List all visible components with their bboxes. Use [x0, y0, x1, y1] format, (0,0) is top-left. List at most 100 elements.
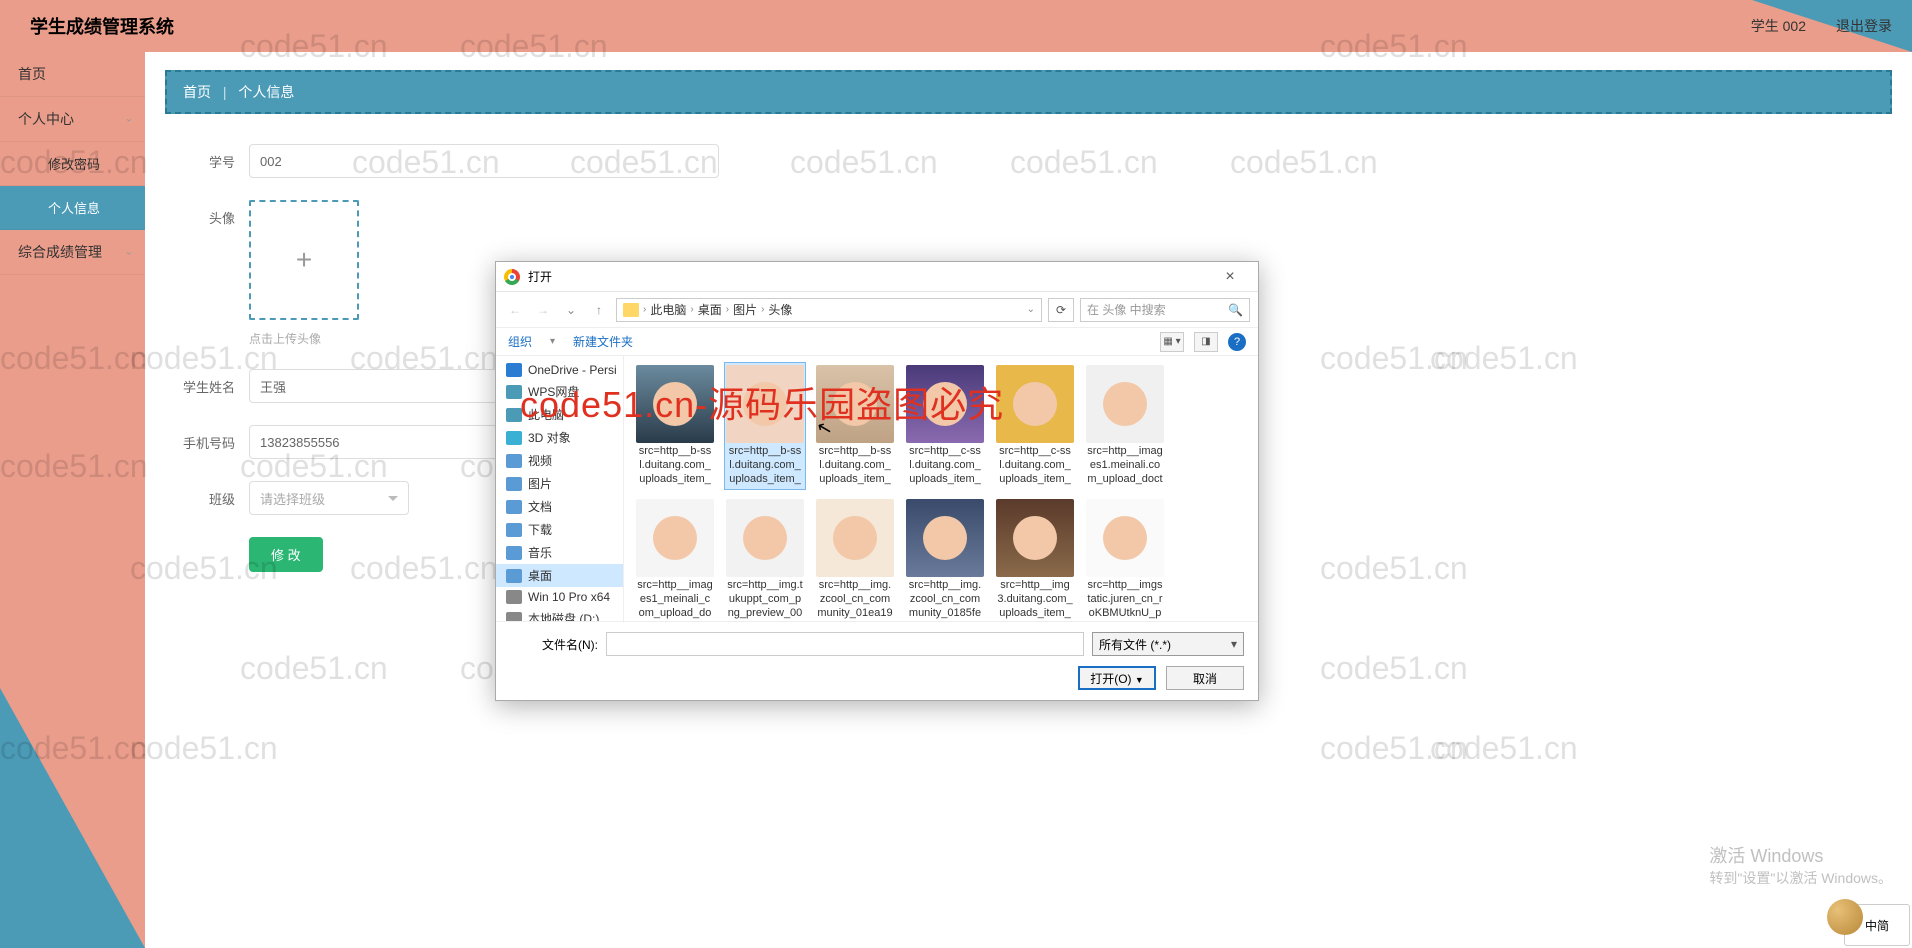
filetype-select[interactable]: 所有文件 (*.*): [1092, 632, 1244, 656]
file-item[interactable]: src=http__b-ssl.duitang.com_uploads_item…: [814, 362, 896, 490]
activate-title: 激活 Windows: [1709, 842, 1892, 868]
logout-link[interactable]: 退出登录: [1836, 16, 1892, 36]
file-name-label: src=http__imgstatic.juren_cn_roKBMUtknU_…: [1087, 579, 1163, 621]
tree-item-label: 桌面: [528, 567, 552, 584]
tree-item[interactable]: 下载: [496, 518, 623, 541]
sidebar-decoration: [0, 688, 145, 948]
nav-back-icon[interactable]: ←: [504, 299, 526, 321]
ti-desk-icon: [506, 569, 522, 583]
ti-cloud-icon: [506, 363, 522, 377]
ime-indicator[interactable]: 中简: [1844, 904, 1910, 946]
filetype-value: 所有文件 (*.*): [1099, 636, 1171, 653]
chevron-down-icon: ⌄: [125, 247, 133, 258]
search-box[interactable]: 在 头像 中搜索 🔍: [1080, 298, 1250, 322]
help-icon[interactable]: ?: [1228, 333, 1246, 351]
file-item[interactable]: src=http__img.zcool_cn_community_0185fe5…: [904, 496, 986, 621]
ti-dl-icon: [506, 523, 522, 537]
sid-label: 学号: [165, 144, 249, 171]
tree-item[interactable]: 文档: [496, 495, 623, 518]
tree-item[interactable]: Win 10 Pro x64: [496, 587, 623, 607]
cancel-button[interactable]: 取消: [1166, 666, 1244, 690]
preview-toggle-button[interactable]: ◨: [1194, 332, 1218, 352]
tree-item-label: 此电脑: [528, 406, 564, 423]
tree-item[interactable]: 音乐: [496, 541, 623, 564]
user-label[interactable]: 学生 002: [1751, 16, 1806, 36]
dialog-nav: ← → ⌄ ↑ › 此电脑› 桌面› 图片› 头像 ⌄ ⟳ 在 头像 中搜索 🔍: [496, 292, 1258, 328]
nav-personal-info[interactable]: 个人信息: [0, 186, 145, 230]
breadcrumb-sep: |: [223, 84, 227, 100]
nav-grade-mgmt[interactable]: 综合成绩管理 ⌄: [0, 230, 145, 275]
breadcrumb-current: 个人信息: [238, 84, 294, 100]
filename-input[interactable]: [606, 632, 1084, 656]
search-placeholder: 在 头像 中搜索: [1087, 301, 1166, 318]
tree-item[interactable]: 桌面: [496, 564, 623, 587]
file-name-label: src=http__images1_meinali_com_upload_doc…: [637, 579, 713, 621]
dialog-title: 打开: [528, 268, 552, 285]
dialog-footer: 文件名(N): 所有文件 (*.*) 打开(O) ▼ 取消: [496, 621, 1258, 700]
file-item[interactable]: src=http__imgstatic.juren_cn_roKBMUtknU_…: [1084, 496, 1166, 621]
chevron-down-icon: ⌄: [125, 114, 133, 125]
file-item[interactable]: src=http__images1.meinali.com_upload_doc…: [1084, 362, 1166, 490]
nav-change-password[interactable]: 修改密码: [0, 142, 145, 186]
open-button[interactable]: 打开(O) ▼: [1078, 666, 1156, 690]
path-sep: ›: [761, 304, 764, 315]
file-item[interactable]: src=http__c-ssl.duitang.com_uploads_item…: [904, 362, 986, 490]
file-thumbnail: [726, 365, 804, 443]
open-button-label: 打开(O): [1090, 672, 1131, 686]
tree-item-label: 本地磁盘 (D:): [528, 610, 599, 621]
tree-item[interactable]: 本地磁盘 (D:): [496, 607, 623, 621]
nav-forward-icon[interactable]: →: [532, 299, 554, 321]
file-name-label: src=http__c-ssl.duitang.com_uploads_item…: [997, 445, 1073, 487]
tree-item[interactable]: WPS网盘: [496, 380, 623, 403]
class-select[interactable]: 请选择班级: [249, 481, 409, 515]
submit-button[interactable]: 修 改: [249, 537, 323, 572]
tree-item[interactable]: OneDrive - Persi: [496, 360, 623, 380]
avatar-upload-box[interactable]: +: [249, 200, 359, 320]
tree-item-label: WPS网盘: [528, 383, 579, 400]
view-mode-button[interactable]: ▦ ▾: [1160, 332, 1184, 352]
organize-menu[interactable]: 组织: [508, 333, 532, 350]
file-item[interactable]: src=http__img3.duitang.com_uploads_item_…: [994, 496, 1076, 621]
tree-item[interactable]: 3D 对象: [496, 426, 623, 449]
tree-item-label: 音乐: [528, 544, 552, 561]
file-item[interactable]: src=http__b-ssl.duitang.com_uploads_item…: [724, 362, 806, 490]
file-name-label: src=http__c-ssl.duitang.com_uploads_item…: [907, 445, 983, 487]
nav-grade-label: 综合成绩管理: [18, 244, 102, 260]
breadcrumb: 首页 | 个人信息: [165, 70, 1892, 114]
refresh-icon[interactable]: ⟳: [1048, 298, 1074, 322]
file-name-label: src=http__b-ssl.duitang.com_uploads_item…: [637, 445, 713, 487]
dialog-toolbar: 组织▾ 新建文件夹 ▦ ▾ ◨ ?: [496, 328, 1258, 356]
path-seg-3[interactable]: 头像: [768, 301, 792, 318]
close-icon[interactable]: ×: [1210, 268, 1250, 286]
new-folder-button[interactable]: 新建文件夹: [573, 333, 633, 350]
nav-recent-icon[interactable]: ⌄: [560, 299, 582, 321]
avatar-tip: 点击上传头像: [249, 330, 359, 347]
tree-item-label: 视频: [528, 452, 552, 469]
path-seg-2[interactable]: 图片: [733, 301, 757, 318]
path-seg-1[interactable]: 桌面: [698, 301, 722, 318]
nav-personal[interactable]: 个人中心⌄: [0, 97, 145, 142]
breadcrumb-home[interactable]: 首页: [183, 84, 211, 100]
nav-up-icon[interactable]: ↑: [588, 299, 610, 321]
file-item[interactable]: src=http__img.tukuppt_com_png_preview_00…: [724, 496, 806, 621]
file-item[interactable]: src=http__c-ssl.duitang.com_uploads_item…: [994, 362, 1076, 490]
file-thumbnail: [996, 365, 1074, 443]
tree-item[interactable]: 此电脑: [496, 403, 623, 426]
folder-icon: [623, 303, 639, 317]
sid-input[interactable]: [249, 144, 719, 178]
file-item[interactable]: src=http__b-ssl.duitang.com_uploads_item…: [634, 362, 716, 490]
file-item[interactable]: src=http__images1_meinali_com_upload_doc…: [634, 496, 716, 621]
ti-pic-icon: [506, 477, 522, 491]
file-item[interactable]: src=http__img.zcool_cn_community_01ea195…: [814, 496, 896, 621]
open-dropdown-icon: ▼: [1135, 675, 1144, 685]
tree-item[interactable]: 视频: [496, 449, 623, 472]
nav-home[interactable]: 首页: [0, 52, 145, 97]
path-dropdown-icon[interactable]: ⌄: [1027, 304, 1035, 315]
ti-disk-icon: [506, 590, 522, 604]
file-name-label: src=http__img3.duitang.com_uploads_item_…: [997, 579, 1073, 621]
tree-item[interactable]: 图片: [496, 472, 623, 495]
file-thumbnail: [1086, 499, 1164, 577]
address-bar[interactable]: › 此电脑› 桌面› 图片› 头像 ⌄: [616, 298, 1042, 322]
path-seg-0[interactable]: 此电脑: [650, 301, 686, 318]
sidebar: 首页 个人中心⌄ 修改密码 个人信息 综合成绩管理 ⌄: [0, 52, 145, 948]
